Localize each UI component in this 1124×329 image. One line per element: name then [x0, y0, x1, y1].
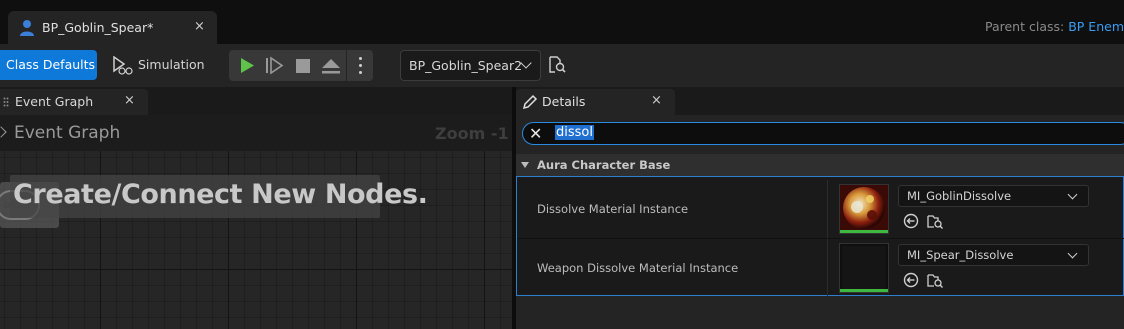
- category-header[interactable]: Aura Character Base: [516, 154, 1124, 176]
- breadcrumb-arrow-icon[interactable]: [0, 126, 7, 138]
- document-tab[interactable]: BP_Goblin_Spear* ×: [8, 11, 217, 44]
- eject-icon[interactable]: [317, 50, 345, 81]
- pencil-icon: [522, 94, 538, 110]
- clear-search-icon[interactable]: ✕: [529, 124, 542, 143]
- parent-class-link[interactable]: BP Enem: [1068, 19, 1124, 34]
- asset-picker[interactable]: MI_GoblinDissolve: [898, 185, 1089, 207]
- document-tab-bar: BP_Goblin_Spear* × Parent class: BP Enem: [0, 0, 1124, 44]
- collapse-arrow-icon: [521, 162, 529, 168]
- debug-object-select[interactable]: BP_Goblin_Spear2: [400, 50, 541, 81]
- stop-icon[interactable]: [289, 50, 317, 81]
- asset-picker-value: MI_GoblinDissolve: [907, 189, 1012, 203]
- property-row: Dissolve Material Instance MI_GoblinDiss…: [517, 180, 1124, 238]
- use-selected-asset-icon[interactable]: [903, 213, 919, 229]
- graph-tab-bar: Event Graph ×: [0, 87, 512, 115]
- more-options-icon: [359, 57, 362, 78]
- parent-class: Parent class: BP Enem: [985, 19, 1124, 34]
- property-row: Weapon Dissolve Material Instance MI_Spe…: [517, 238, 1124, 297]
- tab-grip-icon: [3, 97, 9, 107]
- play-icon[interactable]: [232, 50, 260, 81]
- material-preview-icon: [840, 185, 888, 232]
- simulation-label: Simulation: [138, 57, 205, 72]
- property-list: Dissolve Material Instance MI_GoblinDiss…: [516, 176, 1124, 297]
- property-name: Weapon Dissolve Material Instance: [537, 261, 739, 275]
- asset-picker[interactable]: MI_Spear_Dissolve: [898, 244, 1089, 266]
- blueprint-person-icon: [20, 20, 34, 36]
- property-name: Dissolve Material Instance: [537, 202, 689, 216]
- details-search-input[interactable]: ✕ dissol: [522, 122, 1124, 145]
- simulation-icon: [113, 56, 133, 75]
- asset-picker-value: MI_Spear_Dissolve: [907, 248, 1014, 262]
- zoom-level: Zoom -1: [435, 124, 509, 143]
- graph-title: Event Graph: [14, 123, 121, 143]
- step-icon[interactable]: [260, 50, 288, 81]
- graph-hint-overlay: Create/Connect New Nodes.: [10, 175, 428, 218]
- browse-asset-icon[interactable]: [927, 272, 943, 288]
- debug-object-value: BP_Goblin_Spear2: [409, 58, 523, 73]
- material-thumbnail[interactable]: [839, 243, 889, 293]
- material-thumbnail[interactable]: [839, 184, 889, 234]
- play-controls: [229, 50, 373, 81]
- column-splitter[interactable]: [827, 239, 828, 297]
- tab-event-graph-label: Event Graph: [15, 94, 94, 109]
- graph-hint-text: Create/Connect New Nodes.: [13, 179, 428, 210]
- tab-event-graph-close-icon[interactable]: ×: [124, 93, 135, 108]
- browse-asset-icon[interactable]: [927, 213, 943, 229]
- search-value: dissol: [555, 125, 594, 140]
- use-selected-asset-icon[interactable]: [903, 272, 919, 288]
- column-splitter[interactable]: [827, 180, 828, 238]
- play-options-button[interactable]: [346, 50, 373, 81]
- details-tab-bar: Details ×: [516, 87, 1124, 115]
- tab-details[interactable]: Details ×: [516, 89, 675, 115]
- chevron-down-icon: [1067, 248, 1078, 259]
- graph-breadcrumb: Event Graph Zoom -1: [0, 115, 512, 151]
- parent-class-label: Parent class:: [984, 19, 1065, 34]
- category-label: Aura Character Base: [537, 158, 671, 172]
- material-preview-icon: [840, 244, 888, 291]
- tab-event-graph[interactable]: Event Graph ×: [0, 89, 148, 115]
- chevron-down-icon: [1067, 189, 1078, 200]
- tab-details-close-icon[interactable]: ×: [651, 93, 662, 108]
- document-tab-title: BP_Goblin_Spear*: [42, 20, 154, 35]
- toolbar: Class Defaults Simulation BP_Goblin_Spea…: [0, 44, 1124, 87]
- thumbnail-status-bar: [840, 289, 888, 292]
- thumbnail-status-bar: [840, 230, 888, 233]
- document-tab-close-icon[interactable]: ×: [194, 19, 205, 34]
- tab-details-label: Details: [542, 94, 586, 109]
- class-defaults-button[interactable]: Class Defaults: [0, 50, 97, 80]
- find-in-blueprint-icon[interactable]: [548, 56, 566, 74]
